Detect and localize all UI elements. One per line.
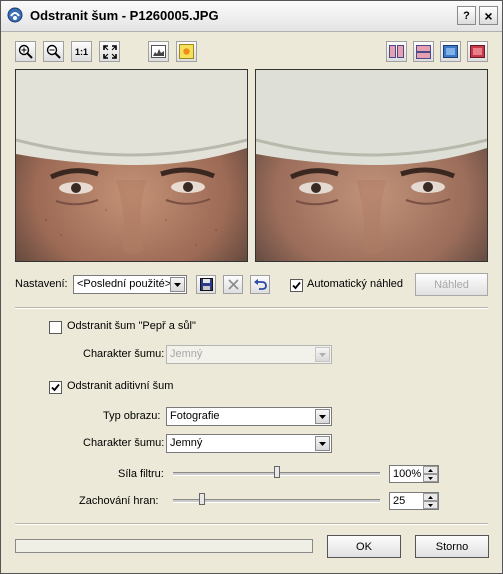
edge-preserve-input[interactable]: 25 <box>389 492 439 510</box>
dialog-window: Odstranit šum - P1260005.JPG ? × 1:1 Nas… <box>0 0 503 574</box>
single-view-button[interactable] <box>440 41 461 62</box>
additive-noise-checkbox[interactable] <box>49 381 62 394</box>
edge-preserve-label: Zachování hran: <box>79 495 159 507</box>
auto-preview-checkbox[interactable] <box>290 279 303 292</box>
sp-noise-char-select[interactable]: Jemný <box>166 345 332 364</box>
delete-preset-button[interactable] <box>223 275 243 294</box>
chevron-down-icon <box>315 436 330 451</box>
spin-down-icon[interactable] <box>423 474 438 482</box>
settings-label: Nastavení: <box>15 278 68 290</box>
spin-down-icon[interactable] <box>423 501 438 509</box>
image-type-value: Fotografie <box>170 410 220 422</box>
actual-size-icon: 1:1 <box>74 46 88 57</box>
chevron-down-icon <box>315 347 330 362</box>
original-view-icon <box>470 45 485 58</box>
split-horizontal-icon <box>416 44 431 59</box>
original-view-button[interactable] <box>467 41 488 62</box>
split-vertical-button[interactable] <box>386 41 407 62</box>
title-bar[interactable]: Odstranit šum - P1260005.JPG ? × <box>1 1 502 32</box>
noise-char-label: Charakter šumu: <box>83 437 165 449</box>
salt-pepper-label: Odstranit šum "Pepř a sůl" <box>67 320 196 332</box>
zoom-in-icon <box>18 44 33 59</box>
fit-screen-icon <box>102 44 117 59</box>
help-button[interactable]: ? <box>457 6 476 25</box>
check-icon <box>292 281 301 290</box>
image-type-label: Typ obrazu: <box>103 410 161 422</box>
additive-noise-label: Odstranit aditivní šum <box>67 380 174 392</box>
cancel-button[interactable]: Storno <box>415 535 489 558</box>
preset-select[interactable]: <Poslední použité> <box>73 275 187 294</box>
split-horizontal-button[interactable] <box>413 41 434 62</box>
spin-up-icon[interactable] <box>423 493 438 501</box>
close-button[interactable]: × <box>479 6 498 25</box>
spin-up-icon[interactable] <box>423 466 438 474</box>
sp-noise-char-label: Charakter šumu: <box>83 348 165 360</box>
face-photo-original <box>16 70 247 261</box>
salt-pepper-checkbox[interactable] <box>49 321 62 334</box>
reset-button[interactable] <box>250 275 270 294</box>
sun-icon <box>179 44 194 59</box>
zoom-out-button[interactable] <box>43 41 64 62</box>
check-icon <box>51 383 60 392</box>
window-title: Odstranit šum - P1260005.JPG <box>30 8 219 23</box>
filtered-preview[interactable] <box>255 69 488 262</box>
original-preview[interactable] <box>15 69 248 262</box>
ok-button[interactable]: OK <box>327 535 401 558</box>
noise-char-value: Jemný <box>170 437 203 449</box>
filter-strength-input[interactable]: 100% <box>389 465 439 483</box>
sp-noise-char-value: Jemný <box>170 348 203 360</box>
chevron-down-icon <box>315 409 330 424</box>
auto-preview-label: Automatický náhled <box>307 278 403 290</box>
progress-bar <box>15 539 313 553</box>
image-type-select[interactable]: Fotografie <box>166 407 332 426</box>
noise-char-select[interactable]: Jemný <box>166 434 332 453</box>
filter-strength-slider[interactable] <box>273 466 280 478</box>
delete-x-icon <box>227 279 239 290</box>
histogram-button[interactable] <box>148 41 169 62</box>
sun-button[interactable] <box>176 41 197 62</box>
edge-preserve-value: 25 <box>393 495 406 507</box>
face-photo-filtered <box>256 70 487 261</box>
zoom-out-icon <box>46 44 61 59</box>
filter-strength-value: 100% <box>393 468 422 480</box>
split-vertical-icon <box>389 45 404 58</box>
separator <box>15 307 488 309</box>
single-view-icon <box>443 45 458 58</box>
filter-strength-label: Síla filtru: <box>118 468 164 480</box>
separator <box>15 523 488 525</box>
chevron-down-icon <box>170 277 185 292</box>
zoom-in-button[interactable] <box>15 41 36 62</box>
histogram-icon <box>151 45 166 58</box>
undo-arrow-icon <box>253 279 267 290</box>
preset-value: <Poslední použité> <box>77 278 172 290</box>
edge-preserve-slider[interactable] <box>198 493 205 505</box>
app-icon <box>7 7 23 23</box>
actual-size-button[interactable]: 1:1 <box>71 41 92 62</box>
save-preset-button[interactable] <box>196 275 216 294</box>
fit-screen-button[interactable] <box>99 41 120 62</box>
preview-button[interactable]: Náhled <box>415 273 488 296</box>
floppy-disk-icon <box>199 278 213 291</box>
